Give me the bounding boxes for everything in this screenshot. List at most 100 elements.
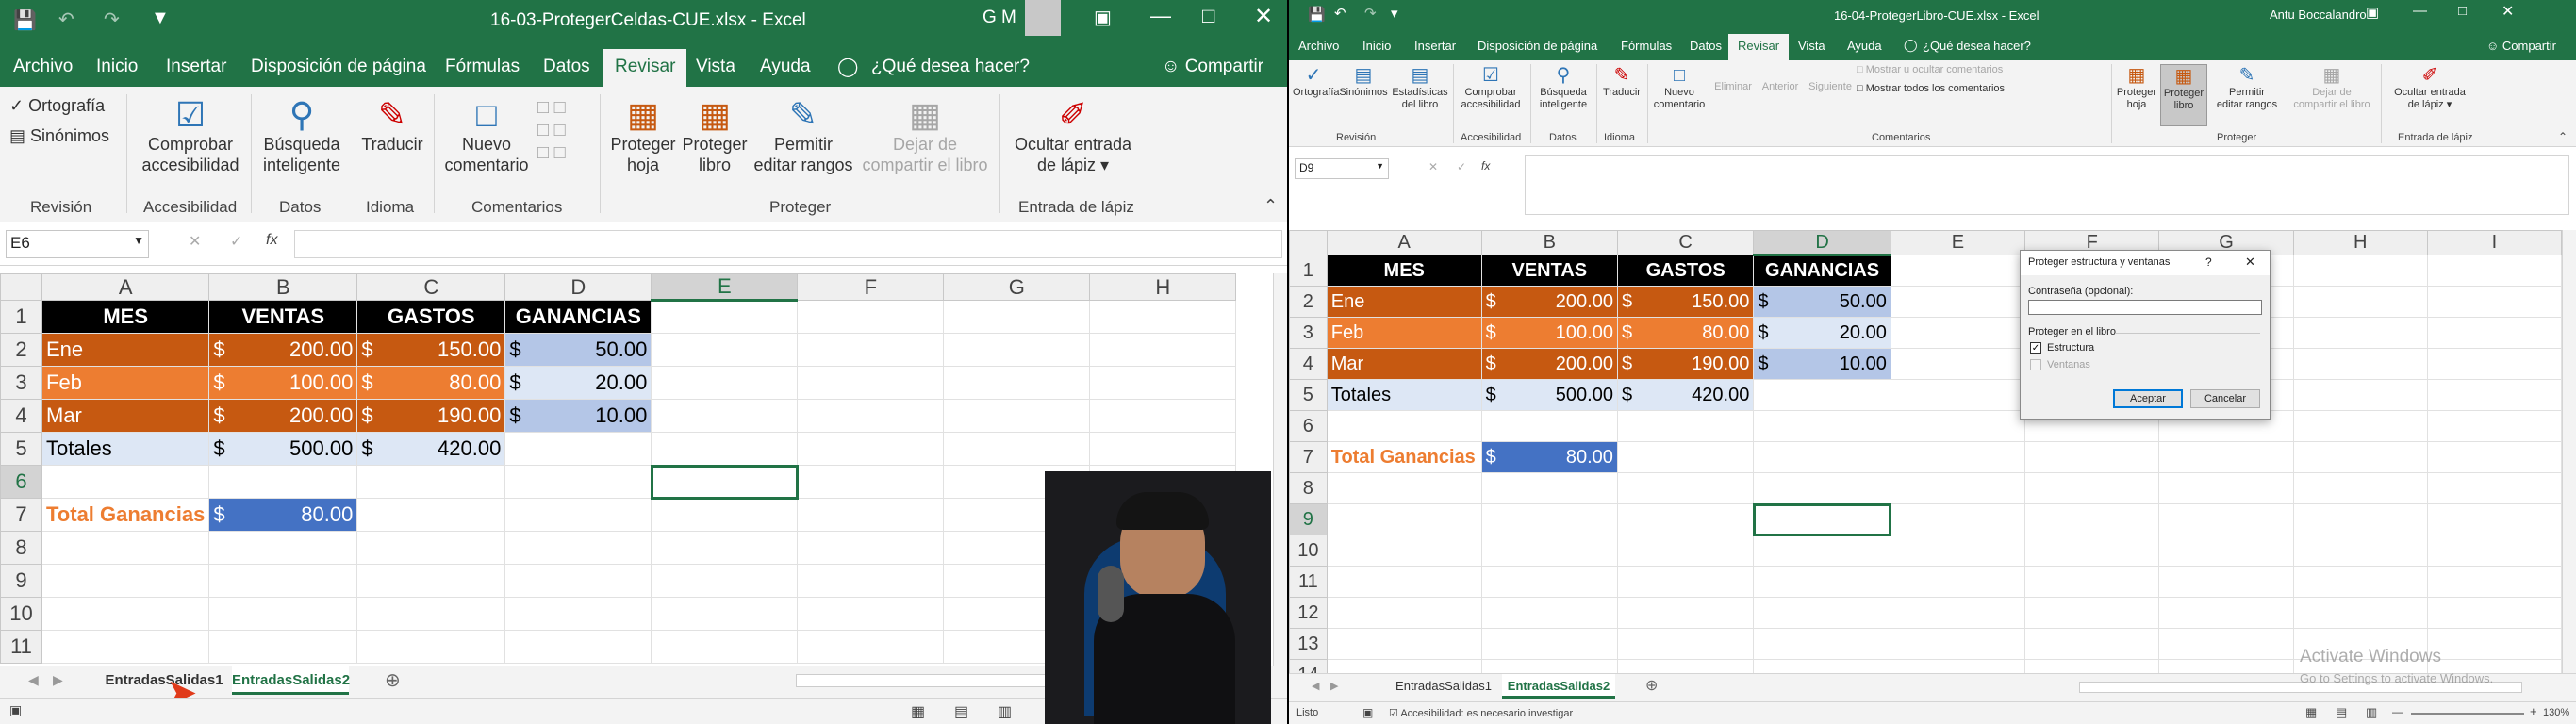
comment-tools-icon[interactable]: □ □ □ □ □ □ — [537, 96, 566, 164]
sheet-tab-1[interactable]: EntradasSalidas1 — [98, 666, 230, 695]
cell[interactable] — [2426, 566, 2562, 598]
row-header[interactable]: 4 — [1289, 348, 1328, 380]
page-layout-icon[interactable]: ▤ — [954, 702, 968, 721]
cell[interactable]: Total Ganancias — [1326, 441, 1482, 473]
tab-vista[interactable]: Vista — [1798, 39, 1825, 53]
cell[interactable] — [1890, 348, 2026, 380]
col-header[interactable]: A — [1326, 230, 1482, 255]
cell[interactable] — [1616, 472, 1755, 504]
cell[interactable] — [943, 366, 1091, 400]
tab-datos[interactable]: Datos — [1690, 39, 1722, 53]
col-header[interactable]: E — [651, 273, 799, 302]
cell[interactable] — [1890, 597, 2026, 629]
cell[interactable] — [797, 333, 945, 367]
cell[interactable] — [2292, 535, 2428, 567]
cell[interactable]: $420.00 — [1616, 379, 1755, 411]
cell[interactable]: $200.00 — [1480, 286, 1618, 318]
cell[interactable] — [1890, 286, 2026, 318]
cell[interactable] — [504, 597, 652, 631]
row-header[interactable]: 5 — [1289, 379, 1328, 411]
sheet-tab-2[interactable]: EntradasSalidas2 — [1502, 674, 1615, 699]
cell[interactable] — [1616, 441, 1755, 473]
translate-button[interactable]: ✎ Traducir — [356, 94, 428, 156]
col-header[interactable]: C — [1616, 230, 1755, 255]
tab-archivo[interactable]: Archivo — [13, 57, 73, 77]
cell[interactable]: GANANCIAS — [504, 300, 652, 334]
cell[interactable] — [504, 630, 652, 664]
redo-icon[interactable]: ↷ — [1364, 5, 1377, 22]
col-header[interactable]: H — [2292, 230, 2428, 255]
col-header[interactable]: B — [208, 273, 358, 301]
cell[interactable] — [504, 531, 652, 565]
cell[interactable] — [1480, 566, 1618, 598]
cell[interactable] — [1890, 628, 2026, 660]
cell[interactable]: Feb — [1326, 317, 1482, 349]
cell[interactable] — [2024, 566, 2160, 598]
show-all-comments-button[interactable]: □ Mostrar todos los comentarios — [1857, 83, 2005, 95]
cell[interactable]: GANANCIAS — [1753, 255, 1891, 287]
cell[interactable] — [797, 300, 945, 334]
cell[interactable] — [2158, 566, 2294, 598]
add-sheet-icon[interactable]: ⊕ — [1645, 676, 1658, 695]
row-header[interactable]: 8 — [0, 531, 42, 565]
hide-ink-button[interactable]: ✐ Ocultar entrada de lápiz ▾ — [2383, 64, 2477, 111]
cell[interactable]: Mar — [1326, 348, 1482, 380]
cell[interactable] — [651, 564, 799, 598]
macro-icon[interactable]: ▣ — [1362, 706, 1373, 719]
cell[interactable] — [651, 531, 799, 565]
cell[interactable] — [797, 597, 945, 631]
cell[interactable] — [2292, 441, 2428, 473]
cell[interactable] — [1480, 597, 1618, 629]
cell[interactable]: $200.00 — [208, 399, 358, 433]
cell[interactable] — [1480, 410, 1618, 442]
cell[interactable]: $80.00 — [1480, 441, 1618, 473]
cell[interactable] — [2024, 503, 2160, 535]
cell[interactable] — [2158, 659, 2294, 673]
cell[interactable]: $500.00 — [208, 432, 358, 466]
cell[interactable]: Totales — [41, 432, 210, 466]
vertical-scrollbar[interactable] — [1273, 273, 1287, 669]
cell[interactable] — [1616, 628, 1755, 660]
cell[interactable] — [1089, 366, 1237, 400]
cell[interactable] — [2426, 441, 2562, 473]
cell[interactable] — [2158, 472, 2294, 504]
cell[interactable]: Ene — [41, 333, 210, 367]
cell[interactable]: $100.00 — [208, 366, 358, 400]
tab-revisar[interactable]: Revisar — [603, 49, 687, 87]
sheet-tab-1[interactable]: EntradasSalidas1 — [1387, 674, 1500, 699]
cell[interactable] — [41, 564, 210, 598]
cell[interactable] — [2292, 255, 2428, 287]
sheet-nav-left-icon[interactable]: ◀ — [1312, 680, 1319, 692]
tab-inicio[interactable]: Inicio — [1362, 39, 1391, 53]
cell[interactable] — [651, 498, 799, 532]
synonyms-button[interactable]: ▤ Sinónimos — [9, 126, 109, 147]
tab-disposicion[interactable]: Disposición de página — [1478, 39, 1597, 53]
cell[interactable]: $150.00 — [1616, 286, 1755, 318]
col-header[interactable]: D — [504, 273, 652, 301]
cell[interactable] — [2292, 597, 2428, 629]
row-header[interactable]: 8 — [1289, 472, 1328, 504]
cell[interactable]: $20.00 — [1753, 317, 1891, 349]
smart-lookup-button[interactable]: ⚲ Búsqueda inteligente — [255, 94, 349, 175]
tab-ayuda[interactable]: Ayuda — [760, 57, 811, 77]
tab-formulas[interactable]: Fórmulas — [1621, 39, 1672, 53]
cell[interactable] — [356, 498, 506, 532]
cell[interactable]: Total Ganancias — [41, 498, 210, 532]
cell[interactable] — [2426, 317, 2562, 349]
cell[interactable] — [208, 630, 358, 664]
allow-edit-ranges-button[interactable]: ✎ Permitir editar rangos — [2209, 64, 2285, 111]
structure-checkbox[interactable]: ✓ — [2030, 342, 2041, 354]
cell[interactable] — [797, 531, 945, 565]
cell[interactable] — [1753, 441, 1891, 473]
cell[interactable] — [2024, 659, 2160, 673]
check-accessibility-button[interactable]: ☑ Comprobar accesibilidad — [1455, 64, 1527, 111]
sheet-tab-2[interactable]: EntradasSalidas2 — [232, 666, 350, 695]
customize-icon[interactable]: ▼ — [151, 8, 170, 29]
add-sheet-icon[interactable]: ⊕ — [385, 668, 401, 692]
col-header[interactable]: H — [1089, 273, 1237, 301]
cell[interactable] — [651, 597, 799, 631]
cell[interactable] — [1890, 379, 2026, 411]
sheet-nav-right-icon[interactable]: ▶ — [53, 672, 63, 688]
fx-icon[interactable]: fx — [1481, 159, 1490, 173]
page-layout-icon[interactable]: ▤ — [2336, 705, 2347, 720]
